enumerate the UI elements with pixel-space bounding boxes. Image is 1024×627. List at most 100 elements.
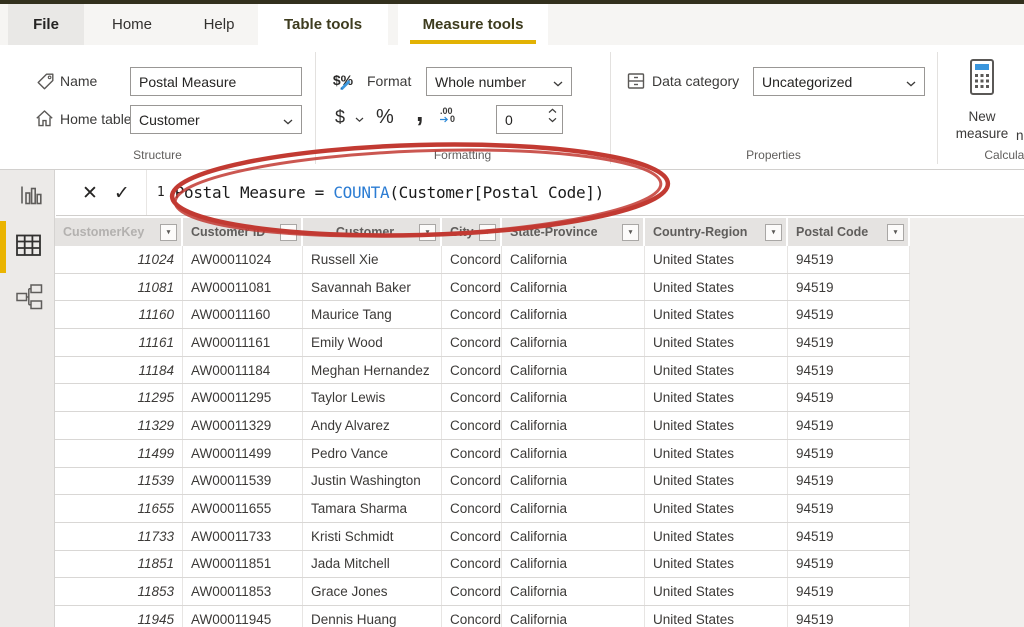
table-row[interactable]: 11853AW00011853Grace JonesConcordCalifor… [55,578,910,606]
column-header-postalCode[interactable]: Postal Code▾ [788,218,910,246]
table-row[interactable]: 11945AW00011945Dennis HuangConcordCalifo… [55,606,910,627]
table-row[interactable]: 11081AW00011081Savannah BakerConcordCali… [55,274,910,302]
data-view-icon[interactable] [15,232,42,258]
currency-format-button[interactable]: $ [335,107,345,128]
cell-customerId: AW00011655 [183,495,303,522]
cell-postalCode: 94519 [788,357,910,384]
cell-customerId: AW00011733 [183,523,303,550]
cell-stateProvince: California [502,523,645,550]
cell-postalCode: 94519 [788,606,910,627]
table-header-row: CustomerKey▾Customer ID▾Customer▾City▾St… [55,218,910,246]
cell-postalCode: 94519 [788,301,910,328]
column-header-label: Customer [311,225,419,239]
cell-countryRegion: United States [645,357,788,384]
cell-customerId: AW00011853 [183,578,303,605]
column-header-label: State-Province [510,225,622,239]
column-header-customerId[interactable]: Customer ID▾ [183,218,303,246]
formula-function-name: COUNTA [333,183,389,202]
dax-formula-input[interactable]: Postal Measure = COUNTA(Customer[Postal … [175,183,604,202]
column-filter-button[interactable]: ▾ [479,224,496,241]
commit-formula-button[interactable]: ✓ [114,182,130,204]
cell-countryRegion: United States [645,523,788,550]
home-table-value: Customer [139,112,279,128]
model-view-icon[interactable] [15,282,43,312]
table-row[interactable]: 11733AW00011733Kristi SchmidtConcordCali… [55,523,910,551]
cell-stateProvince: California [502,606,645,627]
cell-city: Concord [442,578,502,605]
cell-customerId: AW00011499 [183,440,303,467]
cell-stateProvince: California [502,357,645,384]
cell-customerKey: 11024 [55,246,183,273]
cell-customer: Pedro Vance [303,440,442,467]
table-row[interactable]: 11024AW00011024Russell XieConcordCalifor… [55,246,910,274]
cell-customer: Savannah Baker [303,274,442,301]
column-filter-button[interactable]: ▾ [622,224,639,241]
column-filter-button[interactable]: ▾ [280,224,297,241]
column-header-countryRegion[interactable]: Country-Region▾ [645,218,788,246]
spinner-down-icon[interactable] [548,117,557,123]
tab-measure-tools[interactable]: Measure tools [398,4,548,45]
cell-stateProvince: California [502,495,645,522]
tag-icon [36,72,55,91]
cell-customer: Dennis Huang [303,606,442,627]
chevron-down-icon [906,74,916,90]
column-header-label: Customer ID [191,225,280,239]
column-filter-button[interactable]: ▾ [419,224,436,241]
table-row[interactable]: 11499AW00011499Pedro VanceConcordCalifor… [55,440,910,468]
cell-customerKey: 11160 [55,301,183,328]
decimal-places-icon[interactable]: .00 0 [440,107,455,123]
data-category-dropdown[interactable]: Uncategorized [753,67,925,96]
column-header-customer[interactable]: Customer▾ [303,218,442,246]
tab-help[interactable]: Help [180,4,258,45]
cell-postalCode: 94519 [788,523,910,550]
thousands-separator-button[interactable]: , [416,97,424,128]
cell-stateProvince: California [502,246,645,273]
column-header-label: City [450,225,479,239]
column-filter-button[interactable]: ▾ [160,224,177,241]
table-row[interactable]: 11329AW00011329Andy AlvarezConcordCalifo… [55,412,910,440]
new-measure-button[interactable]: New measure [946,58,1018,142]
cell-countryRegion: United States [645,274,788,301]
table-row[interactable]: 11655AW00011655Tamara SharmaConcordCalif… [55,495,910,523]
formula-bar[interactable]: ✕ ✓ 1 Postal Measure = COUNTA(Customer[P… [56,170,1024,216]
table-row[interactable]: 11539AW00011539Justin WashingtonConcordC… [55,468,910,496]
house-icon [35,109,54,128]
column-header-city[interactable]: City▾ [442,218,502,246]
cell-countryRegion: United States [645,246,788,273]
format-icon: $% [330,68,356,92]
format-dropdown[interactable]: Whole number [426,67,572,96]
table-row[interactable]: 11184AW00011184Meghan HernandezConcordCa… [55,357,910,385]
column-header-stateProvince[interactable]: State-Province▾ [502,218,645,246]
table-row[interactable]: 11160AW00011160Maurice TangConcordCalifo… [55,301,910,329]
data-category-icon [626,71,646,91]
measure-name-input[interactable]: Postal Measure [130,67,302,96]
home-table-dropdown[interactable]: Customer [130,105,302,134]
tab-file[interactable]: File [8,4,84,45]
cell-city: Concord [442,606,502,627]
cell-stateProvince: California [502,329,645,356]
cell-countryRegion: United States [645,384,788,411]
table-body: 11024AW00011024Russell XieConcordCalifor… [55,246,910,627]
cell-countryRegion: United States [645,551,788,578]
decimal-places-stepper[interactable]: 0 [496,105,563,134]
cell-postalCode: 94519 [788,578,910,605]
properties-group-label: Properties [610,148,937,166]
cell-customerId: AW00011851 [183,551,303,578]
table-row[interactable]: 11851AW00011851Jada MitchellConcordCalif… [55,551,910,579]
cancel-formula-button[interactable]: ✕ [82,182,98,204]
format-label: Format [367,67,411,96]
report-view-icon[interactable] [18,183,43,207]
tab-home[interactable]: Home [84,4,180,45]
spinner-up-icon[interactable] [548,108,557,114]
table-row[interactable]: 11295AW00011295Taylor LewisConcordCalifo… [55,384,910,412]
percent-format-button[interactable]: % [376,106,394,129]
table-right-filler [910,218,1024,627]
table-row[interactable]: 11161AW00011161Emily WoodConcordCaliforn… [55,329,910,357]
column-header-customerKey[interactable]: CustomerKey▾ [55,218,183,246]
cell-city: Concord [442,329,502,356]
column-filter-button[interactable]: ▾ [887,224,904,241]
chevron-down-icon[interactable] [355,117,364,123]
tab-table-tools[interactable]: Table tools [258,4,388,45]
cell-city: Concord [442,523,502,550]
column-filter-button[interactable]: ▾ [765,224,782,241]
